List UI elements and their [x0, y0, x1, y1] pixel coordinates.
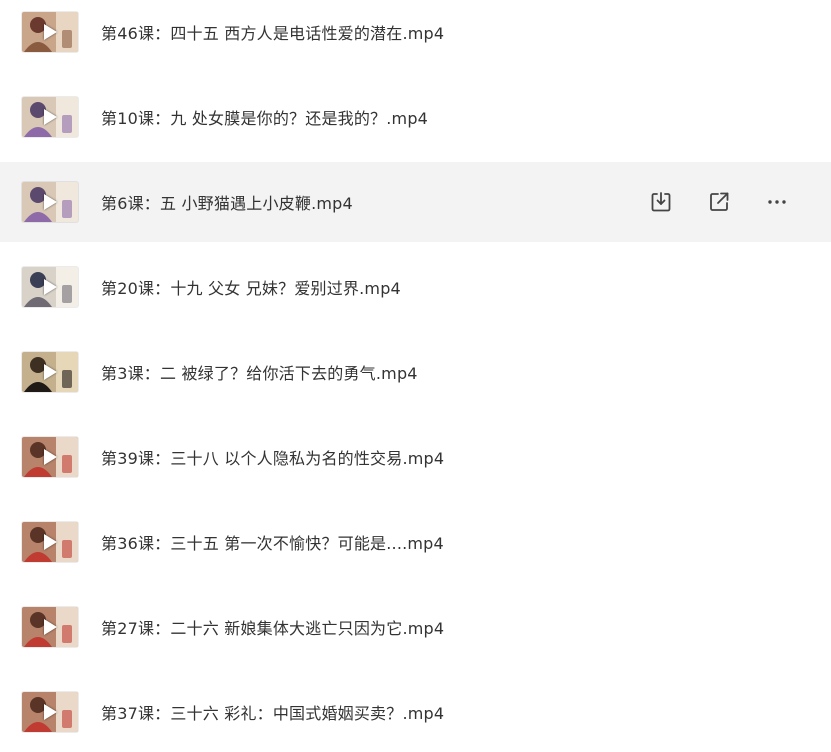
file-name: 第3课：二 被绿了？给你活下去的勇气.mp4 [101, 364, 418, 383]
file-name: 第39课：三十八 以个人隐私为名的性交易.mp4 [101, 449, 445, 468]
file-row[interactable]: 第20课：十九 父女 兄妹？爱别过界.mp4 [0, 247, 831, 327]
download-icon [651, 192, 671, 212]
share-icon [710, 192, 729, 211]
share-button[interactable] [705, 189, 733, 215]
play-icon [44, 364, 57, 380]
play-icon [44, 24, 57, 40]
file-row[interactable]: 第46课：四十五 西方人是电话性爱的潜在.mp4 [0, 0, 831, 72]
file-name: 第10课：九 处女膜是你的？还是我的？.mp4 [101, 109, 429, 128]
video-thumbnail[interactable] [22, 97, 78, 137]
file-row[interactable]: 第3课：二 被绿了？给你活下去的勇气.mp4 [0, 332, 831, 412]
file-name: 第46课：四十五 西方人是电话性爱的潜在.mp4 [101, 24, 445, 43]
file-name: 第36课：三十五 第一次不愉快？可能是....mp4 [101, 534, 444, 553]
play-icon [44, 279, 57, 295]
play-icon [44, 534, 57, 550]
file-name: 第6课：五 小野猫遇上小皮鞭.mp4 [101, 194, 353, 213]
play-icon [44, 619, 57, 635]
file-row[interactable]: 第10课：九 处女膜是你的？还是我的？.mp4 [0, 77, 831, 157]
video-thumbnail[interactable] [22, 607, 78, 647]
download-button[interactable] [647, 189, 675, 215]
video-thumbnail[interactable] [22, 437, 78, 477]
play-icon [44, 704, 57, 720]
file-row[interactable]: 第6课：五 小野猫遇上小皮鞭.mp4 [0, 162, 831, 242]
video-thumbnail[interactable] [22, 182, 78, 222]
video-thumbnail[interactable] [22, 12, 78, 52]
video-thumbnail[interactable] [22, 267, 78, 307]
row-actions [647, 189, 791, 215]
file-row[interactable]: 第27课：二十六 新娘集体大逃亡只因为它.mp4 [0, 587, 831, 667]
video-thumbnail[interactable] [22, 522, 78, 562]
file-row[interactable]: 第37课：三十六 彩礼：中国式婚姻买卖？.mp4 [0, 672, 831, 752]
play-icon [44, 194, 57, 210]
file-name: 第20课：十九 父女 兄妹？爱别过界.mp4 [101, 279, 401, 298]
more-icon [768, 200, 786, 204]
more-button[interactable] [763, 189, 791, 215]
file-list: 第46课：四十五 西方人是电话性爱的潜在.mp4 第10课：九 处女膜是你的？还是… [0, 0, 831, 741]
play-icon [44, 109, 57, 125]
file-name: 第27课：二十六 新娘集体大逃亡只因为它.mp4 [101, 619, 445, 638]
file-row[interactable]: 第39课：三十八 以个人隐私为名的性交易.mp4 [0, 417, 831, 497]
file-name: 第37课：三十六 彩礼：中国式婚姻买卖？.mp4 [101, 704, 445, 723]
play-icon [44, 449, 57, 465]
video-thumbnail[interactable] [22, 352, 78, 392]
file-row[interactable]: 第36课：三十五 第一次不愉快？可能是....mp4 [0, 502, 831, 582]
video-thumbnail[interactable] [22, 692, 78, 732]
